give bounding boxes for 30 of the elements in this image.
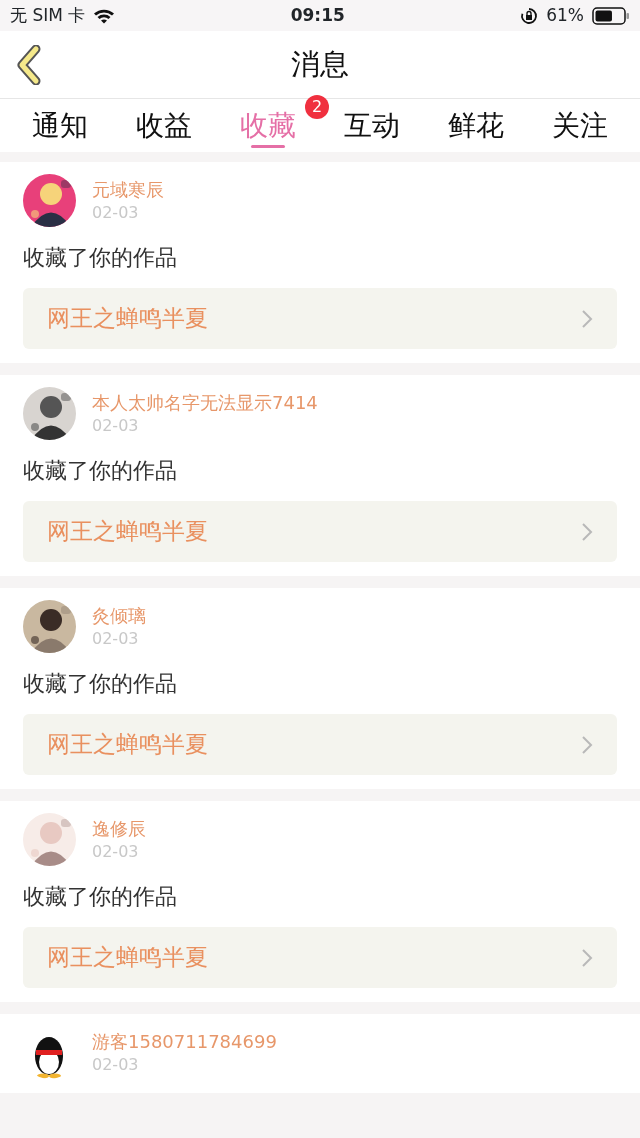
user-name[interactable]: 元域寒辰: [92, 177, 164, 202]
user-name[interactable]: 游客1580711784699: [92, 1029, 277, 1054]
work-link[interactable]: 网王之蝉鸣半夏: [23, 927, 617, 988]
message-text: 收藏了你的作品: [23, 883, 178, 911]
chevron-right-icon: [581, 308, 593, 329]
chevron-right-icon: [581, 947, 593, 968]
message-text: 收藏了你的作品: [23, 244, 178, 272]
work-link[interactable]: 网王之蝉鸣半夏: [23, 501, 617, 562]
message-text: 收藏了你的作品: [23, 457, 178, 485]
work-link[interactable]: 网王之蝉鸣半夏: [23, 288, 617, 349]
battery-icon: [592, 6, 630, 25]
count-badge: 2: [305, 95, 329, 119]
battery-percent: 61%: [546, 3, 584, 27]
chevron-right-icon: [581, 521, 593, 542]
chevron-right-icon: [581, 734, 593, 755]
tab[interactable]: 通知: [32, 99, 88, 152]
carrier-label: 无 SIM 卡: [10, 3, 86, 27]
tab[interactable]: 鲜花: [448, 99, 504, 152]
user-name[interactable]: 逸修辰: [92, 816, 146, 841]
tab[interactable]: 关注: [552, 99, 608, 152]
rotation-lock-icon: [520, 6, 539, 25]
message-text: 收藏了你的作品: [23, 670, 178, 698]
tab[interactable]: 互动: [344, 99, 400, 152]
page-title: 消息: [291, 47, 349, 82]
wifi-icon: [93, 7, 116, 24]
work-link[interactable]: 网王之蝉鸣半夏: [23, 714, 617, 775]
user-name[interactable]: 本人太帅名字无法显示7414: [92, 390, 318, 415]
tab[interactable]: 收益: [136, 99, 192, 152]
time-label: 09:15: [290, 3, 345, 27]
user-name[interactable]: 灸倾璃: [92, 603, 146, 628]
